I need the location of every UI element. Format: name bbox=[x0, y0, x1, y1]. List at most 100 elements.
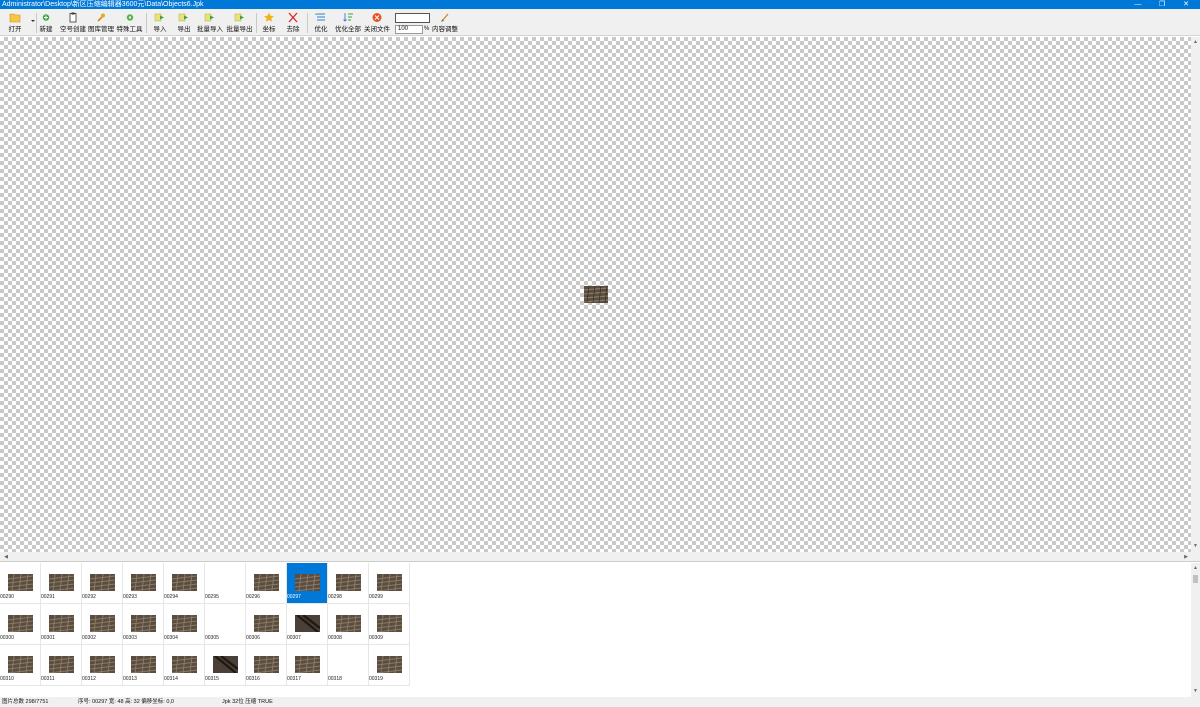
scroll-up-icon[interactable]: ▲ bbox=[1192, 565, 1199, 572]
thumbnail-item[interactable]: 00290 bbox=[0, 563, 41, 604]
thumbnail-image bbox=[8, 574, 33, 591]
thumbnail-image bbox=[172, 615, 197, 632]
scroll-right-icon[interactable]: ▶ bbox=[1182, 553, 1190, 561]
empty-create-button[interactable]: 空号创建 bbox=[59, 12, 87, 35]
sprite-image bbox=[583, 285, 609, 304]
thumbnail-item[interactable]: 00308 bbox=[328, 604, 369, 645]
favorite-button[interactable]: 坐标 bbox=[260, 12, 278, 35]
thumbnail-image bbox=[213, 656, 238, 673]
zoom-slider[interactable] bbox=[395, 13, 430, 23]
thumbnail-image bbox=[254, 615, 279, 632]
thumbnail-item[interactable]: 00310 bbox=[0, 645, 41, 686]
open-dropdown-button[interactable] bbox=[27, 12, 35, 35]
thumbnail-item[interactable]: 00316 bbox=[246, 645, 287, 686]
thumbnail-item[interactable]: 00307 bbox=[287, 604, 328, 645]
thumbnail-item[interactable]: 00318 bbox=[328, 645, 369, 686]
thumbnail-item[interactable]: 00300 bbox=[0, 604, 41, 645]
gear-icon bbox=[126, 14, 133, 21]
window-title: Administrator\Desktop\新区压缩编辑器3600元\Data\… bbox=[2, 1, 204, 8]
open-button[interactable]: 打开 bbox=[4, 12, 26, 35]
thumbnail-image bbox=[295, 574, 320, 591]
thumbnail-item[interactable]: 00311 bbox=[41, 645, 82, 686]
thumbnail-label: 00310 bbox=[0, 676, 14, 682]
thumbnail-item[interactable]: 00297 bbox=[287, 563, 328, 604]
thumbnail-item[interactable]: 00313 bbox=[123, 645, 164, 686]
thumbnail-item[interactable]: 00303 bbox=[123, 604, 164, 645]
image-manage-button[interactable]: 图库管理 bbox=[88, 12, 114, 35]
optimize-button[interactable]: 优化 bbox=[312, 12, 330, 35]
export-button[interactable]: 导出 bbox=[175, 12, 193, 35]
thumbnail-item[interactable]: 00299 bbox=[369, 563, 410, 604]
close-file-button[interactable]: 关闭文件 bbox=[363, 12, 391, 35]
close-file-label: 关闭文件 bbox=[364, 26, 390, 33]
folder-icon bbox=[9, 13, 21, 23]
batch-import-button[interactable]: 批量导入 bbox=[197, 12, 223, 35]
arrow-right-icon bbox=[178, 13, 188, 22]
thumbnail-label: 00316 bbox=[246, 676, 260, 682]
optimize-all-button[interactable]: 优化全部 bbox=[335, 12, 361, 35]
minimize-button[interactable]: — bbox=[1128, 0, 1148, 9]
thumbnail-label: 00290 bbox=[0, 594, 14, 600]
scroll-down-icon[interactable]: ▼ bbox=[1192, 688, 1199, 695]
sort-icon bbox=[343, 13, 353, 22]
status-format: Jpk 32位 压缩 TRUE bbox=[222, 699, 273, 705]
thumbnail-item[interactable]: 00314 bbox=[164, 645, 205, 686]
thumbnail-image bbox=[172, 656, 197, 673]
close-window-button[interactable]: ✕ bbox=[1176, 0, 1196, 9]
thumbnail-label: 00294 bbox=[164, 594, 178, 600]
thumbnail-label: 00318 bbox=[328, 676, 342, 682]
brush-button[interactable]: 内容调整 bbox=[432, 12, 458, 35]
thumbnail-image bbox=[336, 615, 361, 632]
thumbnail-image bbox=[90, 615, 115, 632]
thumbnail-item[interactable]: 00309 bbox=[369, 604, 410, 645]
thumbnail-image bbox=[8, 615, 33, 632]
delete-label: 去除 bbox=[286, 26, 300, 33]
thumbnail-label: 00307 bbox=[287, 635, 301, 641]
optimize-all-label: 优化全部 bbox=[335, 26, 361, 33]
thumbnail-item[interactable]: 00306 bbox=[246, 604, 287, 645]
status-count: 图片总数 298/7751 bbox=[2, 699, 49, 705]
scrollbar-thumb[interactable] bbox=[1193, 575, 1198, 583]
thumbnail-label: 00299 bbox=[369, 594, 383, 600]
thumbnail-label: 00311 bbox=[41, 676, 55, 682]
brush-icon bbox=[441, 13, 449, 22]
batch-export-button[interactable]: 批量导出 bbox=[226, 12, 253, 35]
plus-icon bbox=[42, 14, 50, 21]
thumbnail-image bbox=[8, 656, 33, 673]
import-label: 导入 bbox=[153, 26, 167, 33]
scroll-left-icon[interactable]: ◀ bbox=[2, 553, 10, 561]
thumbnail-item[interactable]: 00304 bbox=[164, 604, 205, 645]
thumbnail-label: 00313 bbox=[123, 676, 137, 682]
thumbnail-item[interactable]: 00319 bbox=[369, 645, 410, 686]
maximize-button[interactable]: ❐ bbox=[1152, 0, 1172, 9]
special-tools-button[interactable]: 特殊工具 bbox=[116, 12, 143, 35]
thumbnail-item[interactable]: 00305 bbox=[205, 604, 246, 645]
canvas-horizontal-scrollbar[interactable]: ◀ ▶ bbox=[0, 552, 1200, 562]
thumbnail-item[interactable]: 00315 bbox=[205, 645, 246, 686]
thumbnail-image bbox=[377, 574, 402, 591]
thumbnail-item[interactable]: 00294 bbox=[164, 563, 205, 604]
thumbnail-scrollbar[interactable]: ▲ ▼ bbox=[1191, 563, 1200, 697]
thumbnail-item[interactable]: 00295 bbox=[205, 563, 246, 604]
delete-button[interactable]: 去除 bbox=[284, 12, 302, 35]
thumbnail-item[interactable]: 00293 bbox=[123, 563, 164, 604]
thumbnail-item[interactable]: 00296 bbox=[246, 563, 287, 604]
thumbnail-item[interactable]: 00291 bbox=[41, 563, 82, 604]
thumbnail-item[interactable]: 00302 bbox=[82, 604, 123, 645]
import-button[interactable]: 导入 bbox=[151, 12, 169, 35]
zoom-input[interactable]: 100 bbox=[395, 25, 423, 34]
thumbnail-item[interactable]: 00292 bbox=[82, 563, 123, 604]
scroll-down-icon[interactable]: ▼ bbox=[1192, 543, 1199, 550]
thumbnail-item[interactable]: 00298 bbox=[328, 563, 369, 604]
thumbnail-item[interactable]: 00317 bbox=[287, 645, 328, 686]
thumbnail-item[interactable]: 00301 bbox=[41, 604, 82, 645]
wrench-icon bbox=[97, 13, 105, 22]
arrow-right-icon bbox=[234, 13, 244, 22]
new-button[interactable]: 新建 bbox=[38, 12, 54, 35]
thumbnail-image bbox=[90, 656, 115, 673]
zoom-control: 100 % bbox=[395, 12, 430, 34]
scroll-up-icon[interactable]: ▲ bbox=[1192, 39, 1199, 46]
thumbnail-item[interactable]: 00312 bbox=[82, 645, 123, 686]
arrow-right-icon bbox=[154, 13, 164, 22]
canvas-vertical-scrollbar[interactable]: ▲ ▼ bbox=[1191, 37, 1200, 552]
